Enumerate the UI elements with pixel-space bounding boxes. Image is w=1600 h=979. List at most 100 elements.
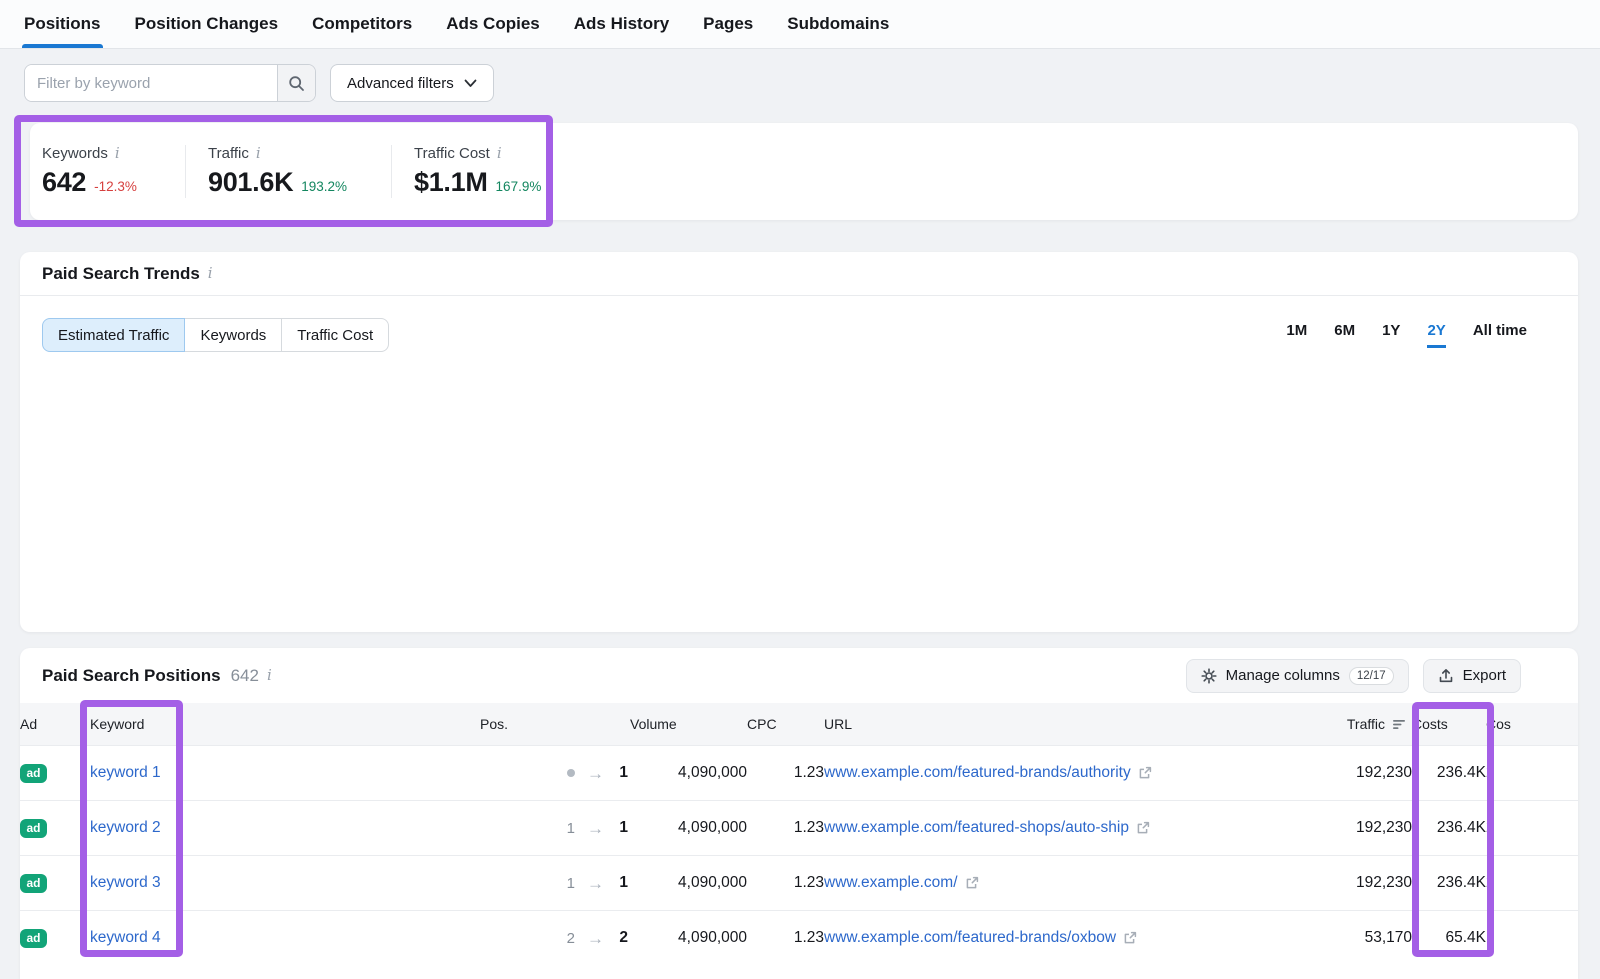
trends-tab-keywords[interactable]: Keywords xyxy=(184,318,282,352)
keyword-link[interactable]: keyword 4 xyxy=(90,929,161,946)
cpc-value: 1.23 xyxy=(747,856,824,911)
info-icon[interactable]: i xyxy=(497,146,502,161)
keyword-link[interactable]: keyword 2 xyxy=(90,819,161,836)
trends-title: Paid Search Trends xyxy=(42,264,200,284)
clipped-next-column-value: 2 xyxy=(1486,856,1578,911)
metric-value: $1.1M xyxy=(414,167,488,198)
volume-value: 4,090,000 xyxy=(630,911,747,966)
clipped-next-column-value: 2 xyxy=(1486,746,1578,801)
positions-title: Paid Search Positions xyxy=(42,666,221,686)
search-button[interactable] xyxy=(277,65,315,101)
ad-badge[interactable]: ad xyxy=(20,874,47,893)
costs-value: 236.4K xyxy=(1412,856,1486,911)
metric-label: Traffic xyxy=(208,145,249,162)
paid-search-positions-card: Paid Search Positions 642 i Manage colum… xyxy=(20,648,1578,979)
positions-table-header: AdKeywordPos.VolumeCPCURLTrafficCostsCos xyxy=(20,703,1578,746)
table-row: adkeyword 21→14,090,0001.23www.example.c… xyxy=(20,801,1578,856)
url-link[interactable]: www.example.com/featured-shops/auto-ship xyxy=(824,819,1129,837)
volume-value: 4,090,000 xyxy=(630,801,747,856)
previous-position: 1 xyxy=(561,875,575,892)
positions-title-row: Paid Search Positions 642 i Manage colum… xyxy=(20,648,1578,703)
keyword-filter-input[interactable] xyxy=(25,65,277,101)
trends-tab-traffic-cost[interactable]: Traffic Cost xyxy=(281,318,389,352)
trends-title-row: Paid Search Trends i xyxy=(20,252,1578,296)
advanced-filters-button[interactable]: Advanced filters xyxy=(330,64,494,102)
costs-value: 236.4K xyxy=(1412,801,1486,856)
range-1y[interactable]: 1Y xyxy=(1382,322,1400,345)
metric-label: Traffic Cost xyxy=(414,145,490,162)
url-link[interactable]: www.example.com/featured-brands/authorit… xyxy=(824,764,1131,782)
position-change-arrow-icon: → xyxy=(587,875,604,892)
metric-keywords: Keywords i 642 -12.3% xyxy=(42,145,186,198)
previous-position: 2 xyxy=(561,930,575,947)
metric-change: -12.3% xyxy=(94,179,137,194)
column-header-volume[interactable]: Volume xyxy=(630,703,747,746)
url-link[interactable]: www.example.com/ xyxy=(824,874,958,892)
external-link-icon xyxy=(1123,931,1137,945)
current-position: 1 xyxy=(616,764,628,782)
metric-change: 167.9% xyxy=(496,179,542,194)
export-button[interactable]: Export xyxy=(1423,659,1521,693)
info-icon[interactable]: i xyxy=(208,266,213,281)
filter-row: Advanced filters xyxy=(24,64,494,102)
range-all-time[interactable]: All time xyxy=(1473,322,1527,345)
ad-badge[interactable]: ad xyxy=(20,819,47,838)
positions-count: 642 xyxy=(231,666,259,686)
trends-metric-switch: Estimated TrafficKeywordsTraffic Cost xyxy=(42,318,389,352)
keyword-link[interactable]: keyword 1 xyxy=(90,764,161,781)
info-icon[interactable]: i xyxy=(256,146,261,161)
column-header-costs[interactable]: Costs xyxy=(1412,703,1486,746)
external-link-icon xyxy=(965,876,979,890)
column-header-cpc[interactable]: CPC xyxy=(747,703,824,746)
ad-badge[interactable]: ad xyxy=(20,764,47,783)
positions-actions: Manage columns 12/17 Export xyxy=(1186,659,1521,693)
manage-columns-button[interactable]: Manage columns 12/17 xyxy=(1186,659,1409,693)
range-1m[interactable]: 1M xyxy=(1286,322,1307,345)
external-link-icon xyxy=(1138,766,1152,780)
nav-tab-ads-copies[interactable]: Ads Copies xyxy=(446,0,540,48)
nav-tab-pages[interactable]: Pages xyxy=(703,0,753,48)
paid-search-trends-card: Paid Search Trends i Estimated TrafficKe… xyxy=(20,252,1578,632)
url-link[interactable]: www.example.com/featured-brands/oxbow xyxy=(824,929,1116,947)
metric-value: 901.6K xyxy=(208,167,293,198)
ad-badge[interactable]: ad xyxy=(20,929,47,948)
column-header-traffic[interactable]: Traffic xyxy=(1269,703,1412,746)
column-header-pos-[interactable]: Pos. xyxy=(480,703,630,746)
column-header-cos: Cos xyxy=(1486,703,1578,746)
previous-position: 1 xyxy=(561,820,575,837)
positions-table: AdKeywordPos.VolumeCPCURLTrafficCostsCos… xyxy=(20,703,1578,965)
info-icon[interactable]: i xyxy=(115,146,120,161)
volume-value: 4,090,000 xyxy=(630,746,747,801)
current-position: 1 xyxy=(616,874,628,892)
gear-icon xyxy=(1201,668,1217,684)
table-row: ad keyword 1 → 14,090,0001.23www.example.co… xyxy=(20,746,1578,801)
nav-tab-positions[interactable]: Positions xyxy=(24,0,101,48)
summary-metrics: Keywords i 642 -12.3% Traffic i 901.6K 193.2% Tr… xyxy=(30,123,1578,220)
costs-value: 236.4K xyxy=(1412,746,1486,801)
page: Positions Position Changes Competitors Ads … xyxy=(0,0,1600,979)
external-link-icon xyxy=(1136,821,1150,835)
volume-value: 4,090,000 xyxy=(630,856,747,911)
metric-change: 193.2% xyxy=(301,179,347,194)
range-6m[interactable]: 6M xyxy=(1334,322,1355,345)
cpc-value: 1.23 xyxy=(747,801,824,856)
metric-label: Keywords xyxy=(42,145,108,162)
table-row: adkeyword 31→14,090,0001.23www.example.c… xyxy=(20,856,1578,911)
position-change-arrow-icon: → xyxy=(587,765,604,782)
traffic-value: 192,230 xyxy=(1269,801,1412,856)
cpc-value: 1.23 xyxy=(747,746,824,801)
metric-traffic-cost: Traffic Cost i $1.1M 167.9% xyxy=(414,145,563,198)
nav-tab-subdomains[interactable]: Subdomains xyxy=(787,0,889,48)
trends-tab-estimated-traffic[interactable]: Estimated Traffic xyxy=(42,318,185,352)
metric-value: 642 xyxy=(42,167,86,198)
nav-tab-competitors[interactable]: Competitors xyxy=(312,0,412,48)
search-icon xyxy=(288,75,305,92)
trends-range-switch: 1M 6M 1Y 2Y All time xyxy=(1286,322,1527,348)
range-2y[interactable]: 2Y xyxy=(1427,322,1445,348)
nav-tab-ads-history[interactable]: Ads History xyxy=(574,0,669,48)
nav-tab-position-changes[interactable]: Position Changes xyxy=(135,0,279,48)
clipped-next-column-value xyxy=(1486,911,1578,966)
info-icon[interactable]: i xyxy=(267,668,272,683)
keyword-link[interactable]: keyword 3 xyxy=(90,874,161,891)
export-label: Export xyxy=(1463,667,1506,684)
